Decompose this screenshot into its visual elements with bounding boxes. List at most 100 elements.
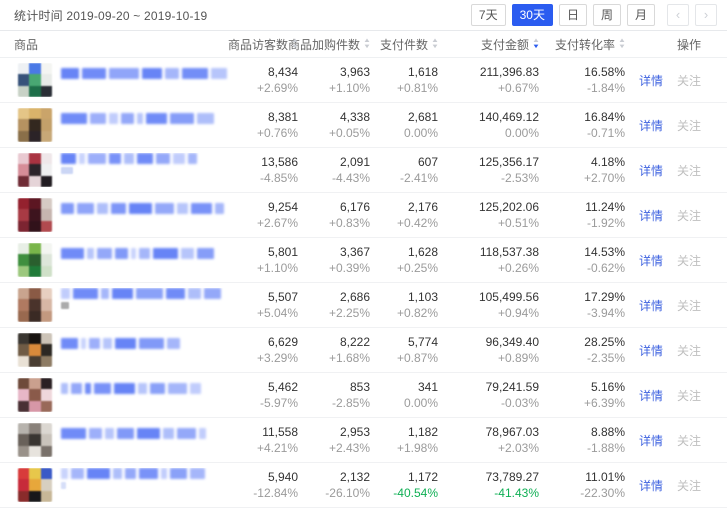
- visitors-cell: 5,940 -12.84%: [230, 470, 308, 501]
- col-header-conversion[interactable]: 支付转化率▲▼: [549, 36, 635, 53]
- product-thumbnail[interactable]: [18, 288, 52, 322]
- paid-items-change: +0.81%: [380, 81, 438, 96]
- sort-desc-icon: ▼: [363, 45, 371, 50]
- table-row: 9,254 +2.67% 6,176 +0.83% 2,176 +0.42% 1…: [0, 193, 727, 238]
- product-thumbnail[interactable]: [18, 333, 52, 367]
- cart-change: +1.68%: [308, 351, 370, 366]
- col-header-actions: 操作: [635, 36, 727, 53]
- product-name-redacted[interactable]: [61, 248, 214, 259]
- follow-link[interactable]: 关注: [677, 477, 701, 494]
- follow-link[interactable]: 关注: [677, 432, 701, 449]
- detail-link[interactable]: 详情: [639, 72, 663, 89]
- range-button-2[interactable]: 日: [559, 4, 587, 26]
- cart-cell: 2,953 +2.43%: [308, 425, 380, 456]
- stat-time: 统计时间 2019-09-20 ~ 2019-10-19: [14, 7, 207, 24]
- range-button-0[interactable]: 7天: [471, 4, 506, 26]
- follow-link[interactable]: 关注: [677, 342, 701, 359]
- product-cell: [0, 63, 230, 97]
- actions-cell: 详情 关注: [635, 207, 727, 224]
- cart-value: 6,176: [308, 200, 370, 215]
- product-name-redacted[interactable]: [61, 288, 221, 299]
- product-analytics-page: 统计时间 2019-09-20 ~ 2019-10-19 7天30天日周月 ‹ …: [0, 0, 727, 515]
- sort-desc-icon: ▼: [618, 45, 626, 50]
- visitors-cell: 8,381 +0.76%: [230, 110, 308, 141]
- product-name-redacted[interactable]: [61, 68, 227, 79]
- visitors-change: +5.04%: [230, 306, 298, 321]
- detail-link[interactable]: 详情: [639, 297, 663, 314]
- product-name-redacted[interactable]: [61, 113, 214, 124]
- product-name-redacted[interactable]: [61, 153, 197, 164]
- payment-amount-cell: 125,356.17 -2.53%: [448, 155, 549, 186]
- follow-link[interactable]: 关注: [677, 252, 701, 269]
- product-name-redacted[interactable]: [61, 428, 206, 439]
- payment-amount-cell: 78,967.03 +2.03%: [448, 425, 549, 456]
- date-range-value: 2019-09-20 ~ 2019-10-19: [66, 9, 207, 23]
- payment-amount-change: 0.00%: [448, 126, 539, 141]
- payment-amount-change: +0.26%: [448, 261, 539, 276]
- product-cell: [0, 243, 230, 277]
- col-header-payment-amount[interactable]: 支付金额▲▼: [448, 36, 549, 53]
- paid-items-change: 0.00%: [380, 396, 438, 411]
- sort-icon[interactable]: ▲▼: [533, 39, 539, 50]
- visitors-cell: 11,558 +4.21%: [230, 425, 308, 456]
- conversion-change: -1.88%: [549, 441, 625, 456]
- cart-value: 8,222: [308, 335, 370, 350]
- product-thumbnail[interactable]: [18, 378, 52, 412]
- payment-amount-change: +0.51%: [448, 216, 539, 231]
- conversion-value: 17.29%: [549, 290, 625, 305]
- product-name-redacted[interactable]: [61, 468, 205, 479]
- range-button-4[interactable]: 月: [627, 4, 655, 26]
- col-header-cart[interactable]: 商品加购件数▲▼: [308, 36, 380, 53]
- sort-icon[interactable]: ▲▼: [619, 39, 625, 50]
- conversion-cell: 14.53% -0.62%: [549, 245, 635, 276]
- product-name-redacted[interactable]: [61, 338, 180, 349]
- product-thumbnail[interactable]: [18, 423, 52, 457]
- product-thumbnail[interactable]: [18, 468, 52, 502]
- prev-page-button[interactable]: ‹: [667, 4, 689, 26]
- payment-amount-value: 125,202.06: [448, 200, 539, 215]
- table-row: 5,940 -12.84% 2,132 -26.10% 1,172 -40.54…: [0, 463, 727, 508]
- follow-link[interactable]: 关注: [677, 387, 701, 404]
- product-thumbnail[interactable]: [18, 198, 52, 232]
- table-row: 5,801 +1.10% 3,367 +0.39% 1,628 +0.25% 1…: [0, 238, 727, 283]
- payment-amount-cell: 73,789.27 -41.43%: [448, 470, 549, 501]
- detail-link[interactable]: 详情: [639, 117, 663, 134]
- payment-amount-value: 118,537.38: [448, 245, 539, 260]
- paid-items-cell: 1,172 -40.54%: [380, 470, 448, 501]
- follow-link[interactable]: 关注: [677, 207, 701, 224]
- payment-amount-value: 78,967.03: [448, 425, 539, 440]
- product-thumbnail[interactable]: [18, 153, 52, 187]
- sort-icon[interactable]: ▲▼: [292, 39, 298, 50]
- follow-link[interactable]: 关注: [677, 72, 701, 89]
- detail-link[interactable]: 详情: [639, 387, 663, 404]
- product-name-redacted[interactable]: [61, 383, 201, 394]
- next-page-button[interactable]: ›: [695, 4, 717, 26]
- product-cell: [0, 198, 230, 232]
- conversion-cell: 11.01% -22.30%: [549, 470, 635, 501]
- range-button-3[interactable]: 周: [593, 4, 621, 26]
- product-thumbnail[interactable]: [18, 243, 52, 277]
- product-thumbnail[interactable]: [18, 108, 52, 142]
- detail-link[interactable]: 详情: [639, 342, 663, 359]
- detail-link[interactable]: 详情: [639, 207, 663, 224]
- paid-items-value: 5,774: [380, 335, 438, 350]
- follow-link[interactable]: 关注: [677, 117, 701, 134]
- col-header-paid-items[interactable]: 支付件数▲▼: [380, 36, 448, 53]
- actions-cell: 详情 关注: [635, 297, 727, 314]
- sort-icon[interactable]: ▲▼: [364, 39, 370, 50]
- range-button-1[interactable]: 30天: [512, 4, 553, 26]
- product-name-redacted[interactable]: [61, 203, 224, 214]
- follow-link[interactable]: 关注: [677, 162, 701, 179]
- follow-link[interactable]: 关注: [677, 297, 701, 314]
- detail-link[interactable]: 详情: [639, 477, 663, 494]
- product-name-wrap: [61, 68, 227, 79]
- detail-link[interactable]: 详情: [639, 252, 663, 269]
- detail-link[interactable]: 详情: [639, 162, 663, 179]
- detail-link[interactable]: 详情: [639, 432, 663, 449]
- payment-amount-cell: 79,241.59 -0.03%: [448, 380, 549, 411]
- payment-amount-cell: 118,537.38 +0.26%: [448, 245, 549, 276]
- sort-icon[interactable]: ▲▼: [432, 39, 438, 50]
- product-thumbnail[interactable]: [18, 63, 52, 97]
- visitors-cell: 5,801 +1.10%: [230, 245, 308, 276]
- table-row: 8,434 +2.69% 3,963 +1.10% 1,618 +0.81% 2…: [0, 58, 727, 103]
